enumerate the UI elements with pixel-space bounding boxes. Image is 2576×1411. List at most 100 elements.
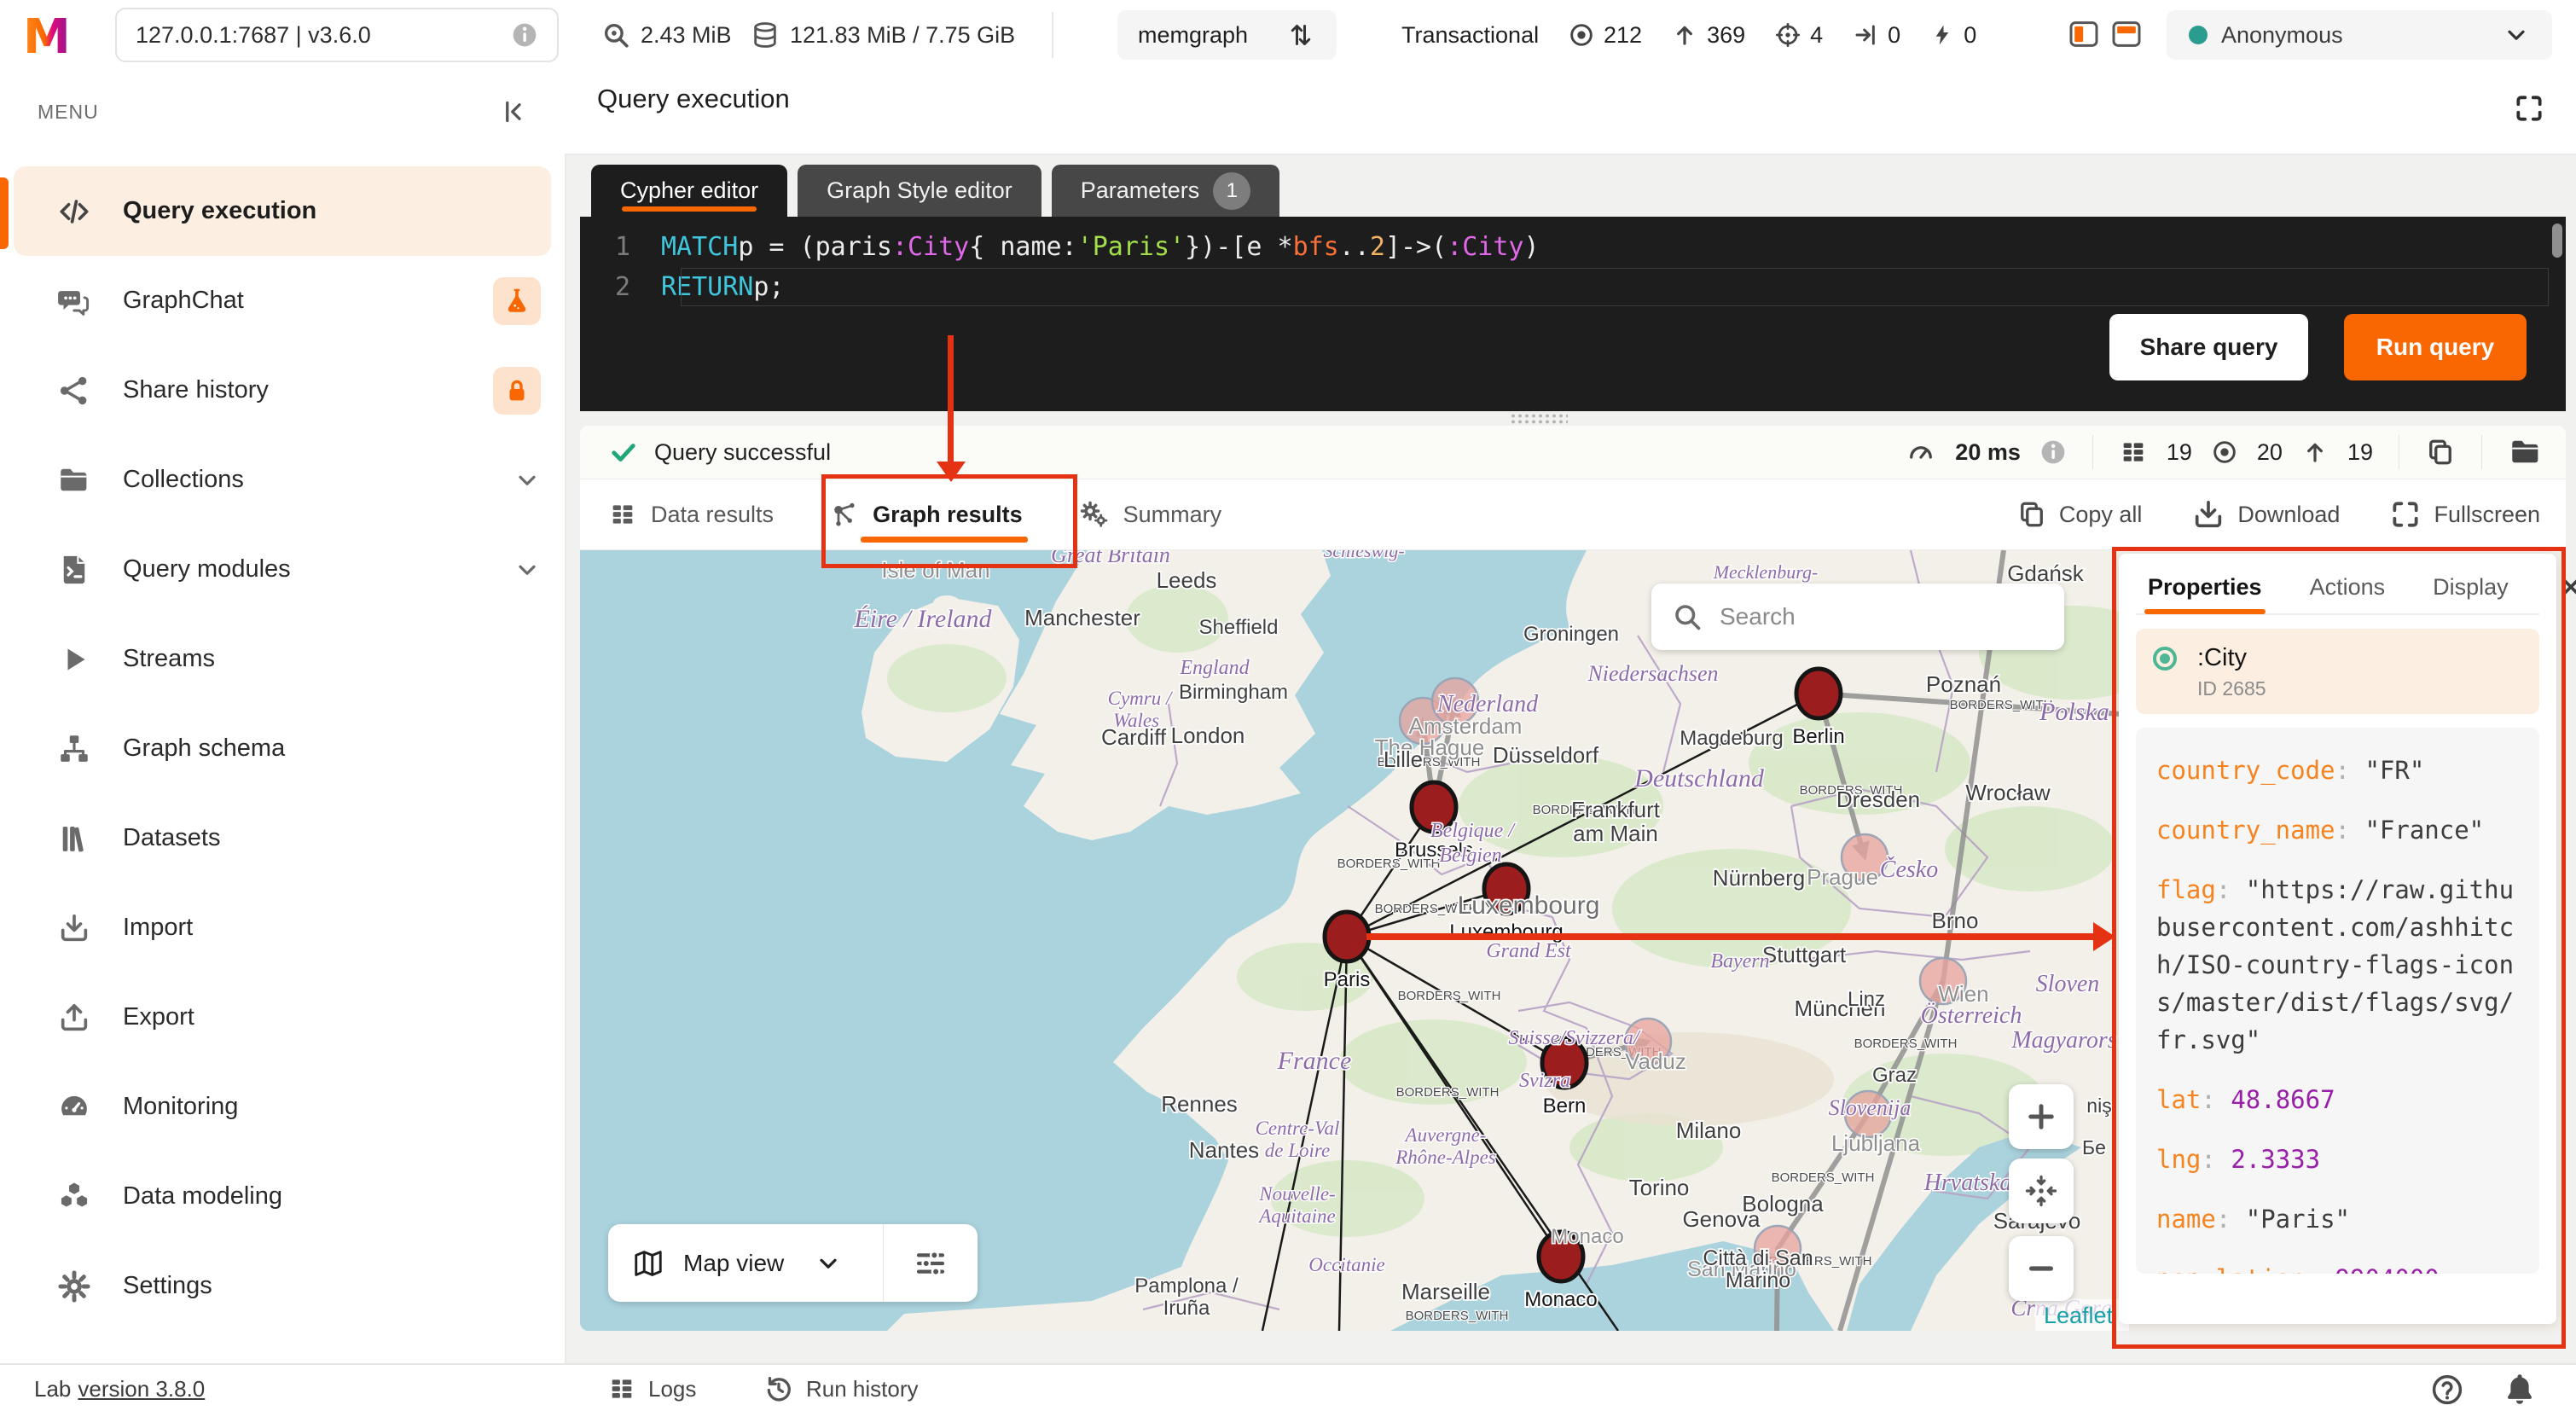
sidebar-item-query-modules[interactable]: Query modules: [0, 525, 565, 614]
tab-summary[interactable]: Summary: [1077, 479, 1222, 549]
map-label: Frankfurt: [1571, 797, 1661, 822]
panel-tab-properties[interactable]: Properties: [2148, 574, 2262, 601]
property-row-flag: flag: "https://raw.githubusercontent.com…: [2156, 871, 2519, 1059]
map-search-box[interactable]: [1651, 584, 2064, 650]
property-row-name: name: "Paris": [2156, 1200, 2519, 1238]
map-label: Polska: [2039, 698, 2109, 726]
map-filter-button[interactable]: [884, 1246, 978, 1281]
map-label: Nantes: [1189, 1137, 1259, 1163]
sidebar-item-graphchat[interactable]: GraphChat: [0, 256, 565, 345]
editor-tab-label: Cypher editor: [620, 177, 758, 204]
panel-tab-display[interactable]: Display: [2433, 574, 2509, 601]
sidebar-item-settings[interactable]: Settings: [0, 1241, 565, 1331]
selected-node-chip[interactable]: :City ID 2685: [2136, 629, 2539, 714]
storage-memory-value: 2.43 MiB: [641, 22, 732, 49]
save-result-icon[interactable]: [2508, 434, 2544, 470]
property-row-lng: lng: 2.3333: [2156, 1141, 2519, 1178]
folder-icon: [55, 462, 94, 498]
header-fullscreen-icon[interactable]: [2513, 92, 2545, 125]
map-label: London: [1171, 723, 1245, 748]
layout-left-icon[interactable]: [2067, 17, 2101, 51]
share-query-button[interactable]: Share query: [2109, 314, 2308, 380]
page-title: Query execution: [597, 84, 790, 114]
logs-button[interactable]: Logs: [607, 1365, 696, 1411]
graph-node-berlin[interactable]: Berlin: [1792, 669, 1844, 748]
map-view-control: Map view: [608, 1224, 978, 1302]
tab-graph-results[interactable]: Graph results: [828, 479, 1023, 549]
sidebar-item-export[interactable]: Export: [0, 973, 565, 1062]
server-connection-chip[interactable]: 127.0.0.1:7687 | v3.6.0: [115, 8, 559, 62]
sidebar-item-label: Export: [123, 1003, 194, 1031]
close-icon[interactable]: [2556, 572, 2576, 601]
sidebar-item-label: Collections: [123, 466, 244, 494]
info-icon[interactable]: [511, 21, 538, 49]
sidebar-item-share-history[interactable]: Share history: [0, 345, 565, 435]
search-input[interactable]: [1718, 602, 2044, 631]
gauge-icon: [55, 1089, 94, 1125]
tab-data-results[interactable]: Data results: [608, 479, 774, 549]
logs-icon: [607, 1374, 636, 1403]
sidebar-item-query-execution[interactable]: Query execution: [14, 166, 551, 256]
property-value: 9904000: [2335, 1264, 2440, 1274]
sidebar-item-datasets[interactable]: Datasets: [0, 793, 565, 883]
zoom-out-button[interactable]: [2009, 1236, 2074, 1301]
recenter-button[interactable]: [2009, 1158, 2074, 1223]
zoom-in-button[interactable]: [2009, 1084, 2074, 1149]
target-icon: [1568, 21, 1595, 49]
copy-all-button[interactable]: Copy all: [2016, 499, 2143, 530]
sidebar-item-graph-schema[interactable]: Graph schema: [0, 704, 565, 793]
sidebar-item-collections[interactable]: Collections: [0, 435, 565, 525]
map-attribution[interactable]: Leaflet: [2035, 1299, 2129, 1331]
sidebar-item-monitoring[interactable]: Monitoring: [0, 1062, 565, 1152]
resize-handle[interactable]: [1510, 413, 1568, 425]
fullscreen-button[interactable]: Fullscreen: [2389, 498, 2540, 531]
map-label: Belgien: [1439, 845, 1501, 867]
map-label: Svizra: [1519, 1070, 1570, 1092]
run-history-button[interactable]: Run history: [763, 1365, 919, 1411]
panel-tab-actions[interactable]: Actions: [2310, 574, 2386, 601]
collapse-sidebar-icon[interactable]: [496, 96, 527, 127]
download-button[interactable]: Download: [2191, 497, 2340, 531]
search-icon: [1672, 601, 1703, 632]
topbar-stat-4: 0: [1929, 22, 1976, 49]
property-row-population: population: 9904000: [2156, 1260, 2519, 1274]
sidebar-item-import[interactable]: Import: [0, 883, 565, 973]
help-icon[interactable]: [2429, 1372, 2465, 1408]
parameters-count-badge: 1: [1213, 172, 1250, 210]
copy-result-icon[interactable]: [2425, 437, 2456, 467]
topbar-divider: [1052, 12, 1053, 58]
map-label: Marino: [1726, 1269, 1790, 1292]
copy-icon: [2016, 499, 2047, 530]
leaflet-attribution[interactable]: Leaflet: [2044, 1303, 2114, 1328]
layout-top-icon[interactable]: [2109, 17, 2144, 51]
action-label: Copy all: [2059, 502, 2143, 528]
notifications-bell-icon[interactable]: [2501, 1370, 2538, 1408]
tab-graph-style-editor[interactable]: Graph Style editor: [798, 165, 1041, 217]
edge-label: BORDERS_WITH: [1854, 1036, 1958, 1051]
memgraph-logo-icon[interactable]: M: [22, 9, 78, 61]
map-view-dropdown[interactable]: Map view: [608, 1247, 883, 1280]
tab-cypher-editor[interactable]: Cypher editor: [591, 165, 787, 217]
graph-node-paris[interactable]: Paris: [1324, 912, 1371, 991]
map-label: Groningen: [1523, 623, 1619, 646]
user-menu[interactable]: Anonymous: [2167, 10, 2552, 60]
node-label: Paris: [1324, 968, 1371, 991]
tab-parameters[interactable]: Parameters1: [1052, 165, 1280, 217]
map-label: de Loire: [1265, 1140, 1330, 1161]
sidebar-item-data-modeling[interactable]: Data modeling: [0, 1152, 565, 1241]
property-value: 48.8667: [2231, 1085, 2335, 1114]
property-key: flag: [2156, 875, 2216, 904]
topbar-stat-0: 212: [1568, 21, 1642, 49]
editor-scrollbar[interactable]: [2552, 224, 2562, 258]
topbar-stat-value: 212: [1604, 22, 1642, 49]
run-query-button[interactable]: Run query: [2344, 314, 2527, 380]
sidebar-item-streams[interactable]: Streams: [0, 614, 565, 704]
map-label: Düsseldorf: [1493, 742, 1599, 768]
map-label: Stuttgart: [1762, 942, 1847, 967]
map-label: Bayern: [1710, 950, 1769, 973]
database-select[interactable]: memgraph: [1117, 10, 1337, 60]
code-line: 1MATCH p = (paris:City { name: 'Paris' }…: [580, 227, 2566, 267]
chevron-down-icon: [513, 467, 541, 494]
version-link[interactable]: version 3.8.0: [78, 1376, 205, 1402]
info-icon[interactable]: [2039, 438, 2067, 466]
